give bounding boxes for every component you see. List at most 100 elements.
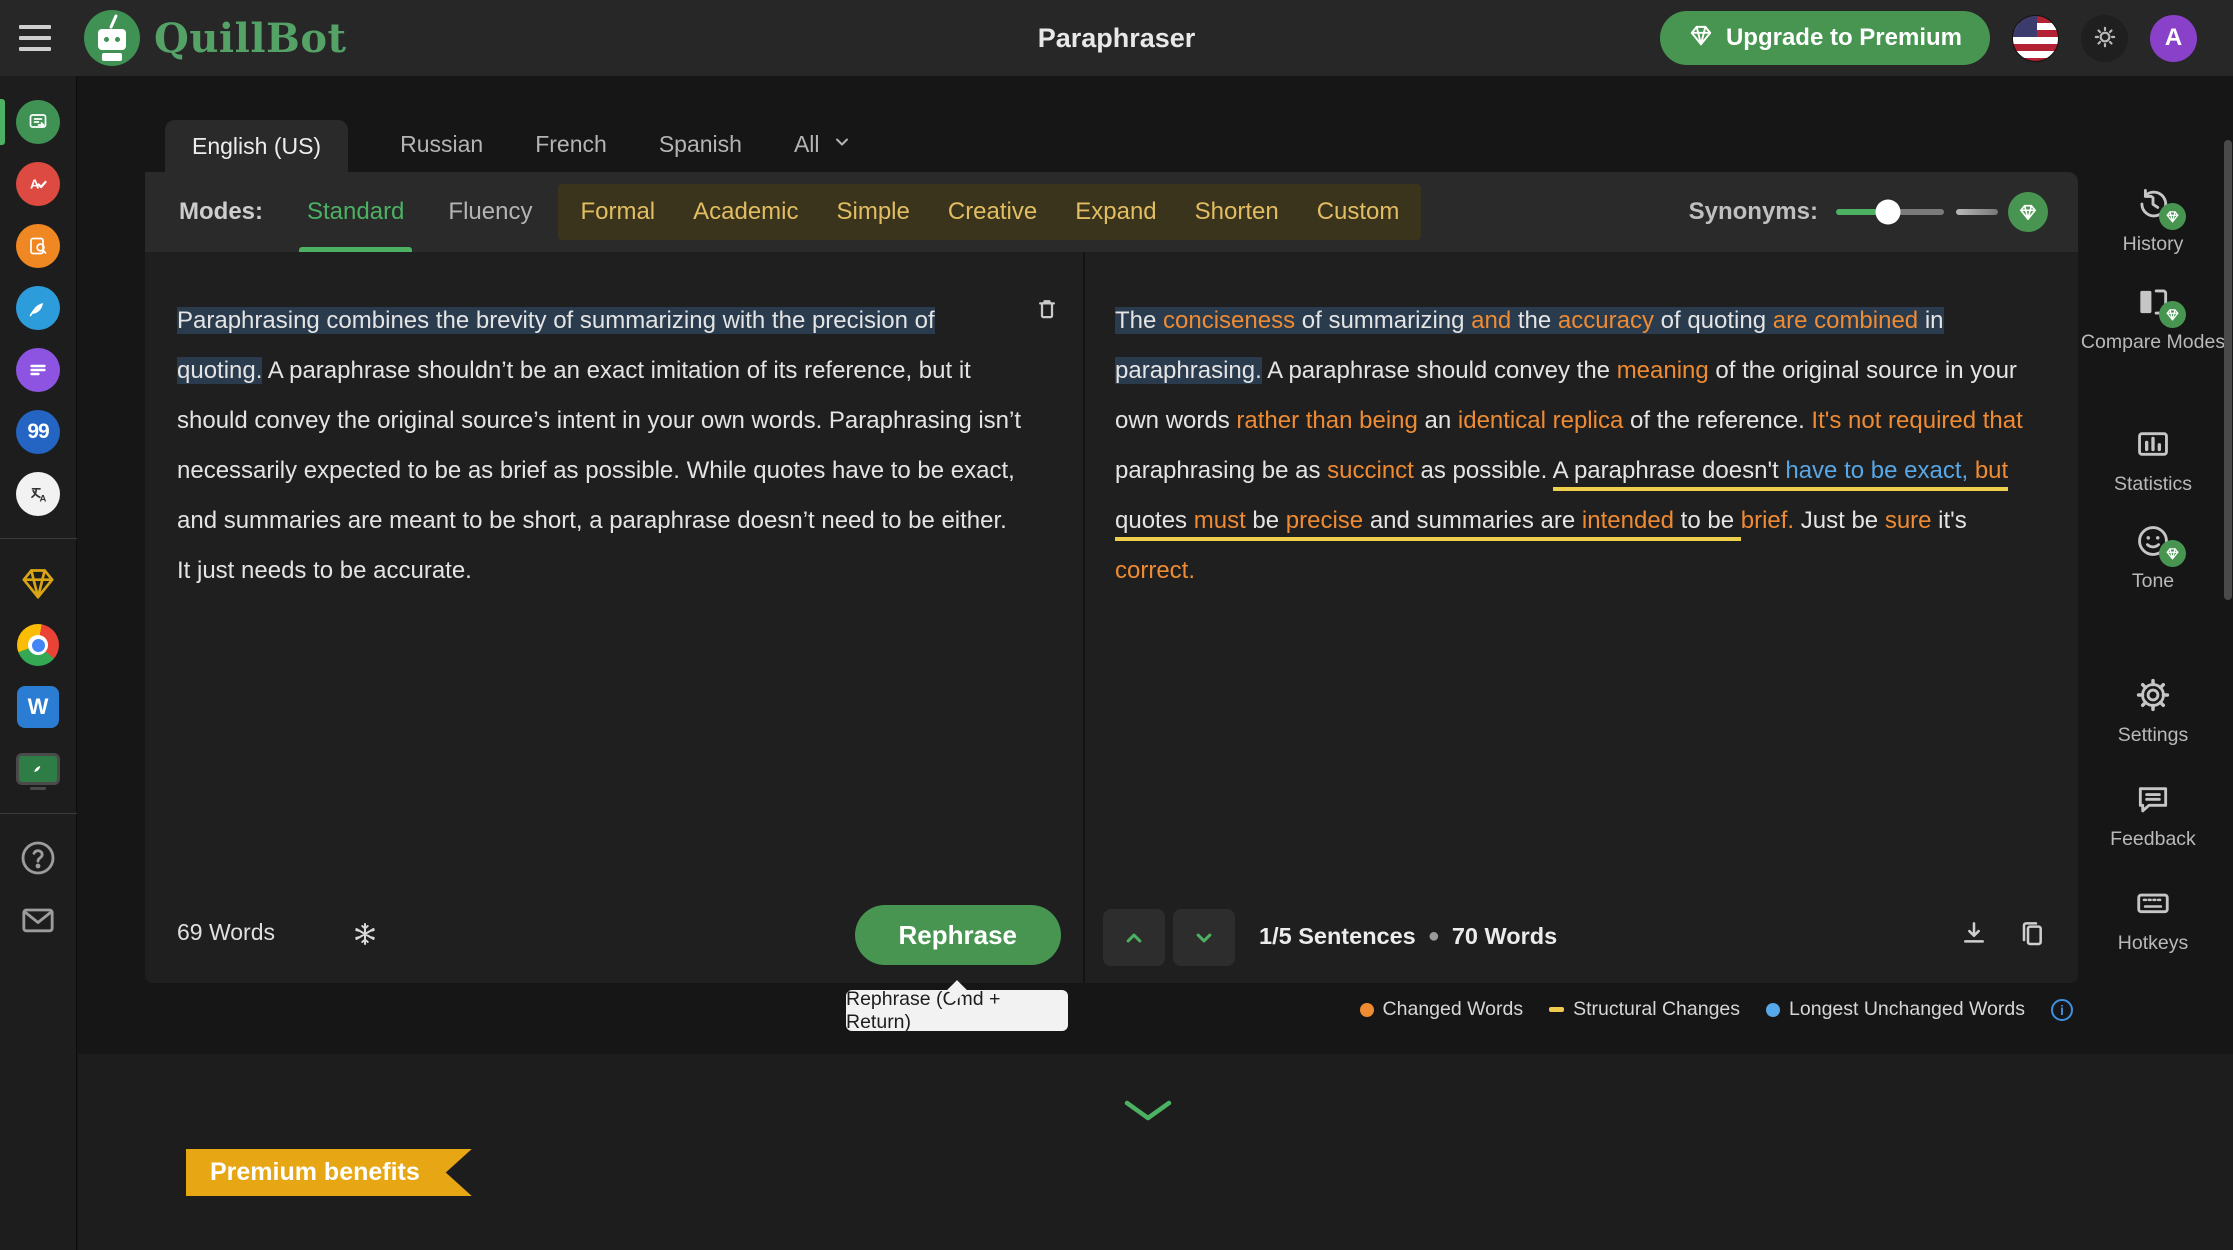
- export-download-button[interactable]: [1952, 913, 1996, 957]
- sidebar-item-paraphraser[interactable]: [0, 100, 77, 144]
- copy-output-button[interactable]: [2010, 913, 2054, 957]
- sidebar-item-help[interactable]: [0, 836, 77, 880]
- output-segment[interactable]: of the reference.: [1623, 407, 1811, 434]
- rephrase-button[interactable]: Rephrase: [855, 905, 1062, 965]
- sidebar-item-contact[interactable]: [0, 898, 77, 942]
- tools-item-statistics[interactable]: Statistics: [2080, 425, 2226, 497]
- legend-unchanged-swatch: [1766, 1003, 1780, 1017]
- tools-item-feedback[interactable]: Feedback: [2080, 780, 2226, 852]
- output-segment[interactable]: sure: [1885, 507, 1932, 534]
- upgrade-premium-button[interactable]: Upgrade to Premium: [1660, 11, 1990, 65]
- synonyms-premium-gem-icon[interactable]: [2008, 192, 2048, 232]
- output-segment[interactable]: of quoting: [1654, 307, 1773, 334]
- output-segment[interactable]: the: [1511, 307, 1558, 334]
- sidebar-item-plagiarism-checker[interactable]: [0, 224, 77, 268]
- mode-custom[interactable]: Custom: [1317, 198, 1400, 226]
- output-segment[interactable]: paraphrasing be as: [1115, 457, 1327, 484]
- output-segment[interactable]: but: [1975, 457, 2008, 491]
- output-segment[interactable]: It's not required that: [1811, 407, 2022, 434]
- sidebar-item-co-writer[interactable]: [0, 286, 77, 330]
- output-segment[interactable]: rather than being: [1236, 407, 1417, 434]
- synonyms-slider[interactable]: [1836, 209, 1944, 215]
- output-segment[interactable]: A paraphrase should convey the: [1262, 357, 1617, 384]
- output-segment[interactable]: precise: [1286, 507, 1363, 541]
- theme-toggle-button[interactable]: [2081, 15, 2128, 62]
- output-segment[interactable]: and summaries are: [1363, 507, 1582, 541]
- output-segment[interactable]: brief.: [1741, 507, 1794, 534]
- output-segment[interactable]: an: [1418, 407, 1458, 434]
- mode-creative[interactable]: Creative: [948, 198, 1037, 226]
- tools-item-settings[interactable]: Settings: [2080, 676, 2226, 748]
- mode-fluency[interactable]: Fluency: [448, 172, 532, 252]
- sidebar-item-summarizer[interactable]: [0, 348, 77, 392]
- output-segment[interactable]: identical replica: [1458, 407, 1623, 434]
- sentence-word-counts: 1/5 Sentences ● 70 Words: [1259, 923, 1557, 950]
- tab-russian[interactable]: Russian: [400, 131, 483, 172]
- output-segment[interactable]: of summarizing: [1295, 307, 1471, 334]
- mode-standard[interactable]: Standard: [307, 172, 404, 252]
- tools-item-compare-modes[interactable]: Compare Modes: [2080, 283, 2226, 355]
- output-segment[interactable]: correct.: [1115, 557, 1195, 584]
- output-segment[interactable]: are combined: [1773, 307, 1918, 334]
- mode-academic[interactable]: Academic: [693, 198, 798, 226]
- freeze-words-button[interactable]: [343, 913, 387, 957]
- tab-french[interactable]: French: [535, 131, 607, 172]
- mode-expand[interactable]: Expand: [1075, 198, 1156, 226]
- sidebar-item-desktop-app[interactable]: [0, 747, 77, 791]
- quillbot-logo[interactable]: QuillBot: [84, 10, 346, 66]
- language-flag-button[interactable]: [2012, 15, 2059, 62]
- sidebar-item-grammar-checker[interactable]: A: [0, 162, 77, 206]
- output-segment[interactable]: be: [1246, 507, 1286, 541]
- delete-text-button[interactable]: [1025, 288, 1069, 332]
- mode-shorten[interactable]: Shorten: [1195, 198, 1279, 226]
- output-segment[interactable]: conciseness: [1163, 307, 1295, 334]
- hamburger-menu-button[interactable]: [0, 0, 70, 76]
- grammar-checker-icon: A: [16, 162, 60, 206]
- legend-info-icon[interactable]: i: [2051, 999, 2073, 1021]
- output-segment[interactable]: meaning: [1617, 357, 1709, 384]
- expand-more-button[interactable]: [1118, 1098, 1178, 1127]
- chevron-down-icon: [832, 131, 852, 158]
- tools-item-hotkeys[interactable]: Hotkeys: [2080, 884, 2226, 956]
- tab-spanish[interactable]: Spanish: [659, 131, 742, 172]
- account-avatar[interactable]: A: [2150, 15, 2197, 62]
- sidebar-item-translator[interactable]: A: [0, 472, 77, 516]
- output-segment[interactable]: it's: [1932, 507, 1967, 534]
- sidebar-item-word-extension[interactable]: W: [0, 685, 77, 729]
- next-sentence-button[interactable]: [1173, 909, 1235, 966]
- mode-formal[interactable]: Formal: [580, 198, 655, 226]
- output-segment[interactable]: The: [1115, 307, 1163, 334]
- tools-item-tone[interactable]: Tone: [2080, 522, 2226, 594]
- editor: Paraphrasing combines the brevity of sum…: [145, 252, 2078, 983]
- quillbot-robot-icon: [84, 10, 140, 66]
- output-segment[interactable]: must: [1194, 507, 1246, 541]
- sidebar-item-chrome-extension[interactable]: [0, 623, 77, 667]
- output-footer: 1/5 Sentences ● 70 Words: [1085, 893, 2076, 983]
- output-segment[interactable]: A paraphrase doesn't: [1553, 457, 1786, 491]
- output-segment[interactable]: intended: [1582, 507, 1674, 541]
- output-segment[interactable]: [1968, 457, 1975, 491]
- output-segment[interactable]: as possible.: [1414, 457, 1553, 484]
- output-segment[interactable]: to be: [1674, 507, 1741, 541]
- mode-simple[interactable]: Simple: [837, 198, 910, 226]
- tools-item-history[interactable]: History: [2080, 185, 2226, 257]
- synonyms-slider-thumb[interactable]: [1875, 200, 1900, 225]
- premium-benefits-ribbon[interactable]: Premium benefits: [186, 1149, 472, 1196]
- input-text[interactable]: Paraphrasing combines the brevity of sum…: [177, 296, 1022, 596]
- output-segment[interactable]: quotes: [1115, 507, 1194, 541]
- output-segment[interactable]: succinct: [1327, 457, 1414, 484]
- input-rest-text[interactable]: A paraphrase shouldn’t be an exact imita…: [177, 357, 1021, 584]
- feedback-icon: [2134, 780, 2172, 818]
- previous-sentence-button[interactable]: [1103, 909, 1165, 966]
- output-segment[interactable]: Just be: [1794, 507, 1885, 534]
- tab-all-languages[interactable]: All: [794, 131, 852, 172]
- output-segment[interactable]: accuracy: [1558, 307, 1654, 334]
- tab-english-us[interactable]: English (US): [165, 120, 348, 172]
- sidebar-item-premium[interactable]: [0, 561, 77, 605]
- gem-icon: [1688, 22, 1714, 55]
- output-segment[interactable]: have to be exact,: [1785, 457, 1968, 491]
- page-scrollbar[interactable]: [2224, 140, 2232, 600]
- output-segment[interactable]: and: [1471, 307, 1511, 334]
- svg-text:A: A: [40, 494, 47, 505]
- sidebar-item-citation-generator[interactable]: 99: [0, 410, 77, 454]
